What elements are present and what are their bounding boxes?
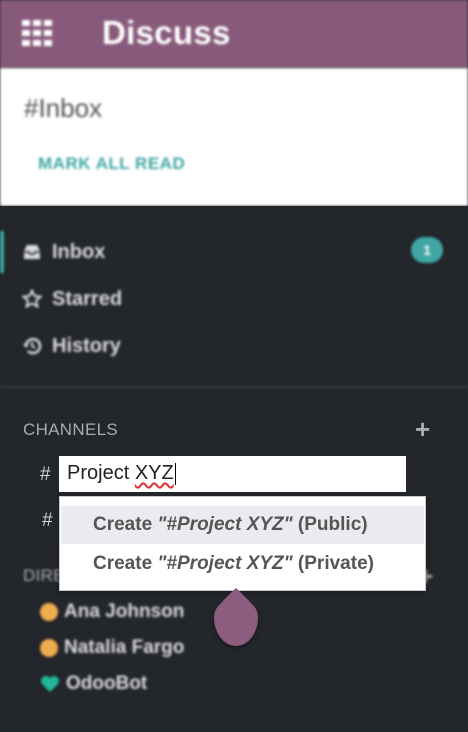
discuss-sidebar: Inbox 1 Starred History CHANNELS + # # P… — [0, 206, 468, 732]
text-caret — [174, 462, 176, 485]
heart-icon — [41, 676, 59, 692]
inbox-counter-badge: 1 — [411, 237, 443, 263]
away-status-icon — [40, 639, 58, 657]
sidebar-divider — [0, 386, 468, 388]
partner-name: OdooBot — [66, 673, 148, 694]
add-channel-icon[interactable]: + — [415, 416, 430, 442]
star-icon — [22, 289, 42, 309]
inbox-icon — [24, 245, 40, 259]
channel-hash-icon: # — [42, 510, 53, 531]
control-panel: #Inbox MARK ALL READ — [0, 68, 468, 206]
sidebar-item-label: Starred — [52, 287, 123, 310]
create-private-channel-option[interactable]: Create "#Project XYZ" (Private) — [61, 545, 424, 583]
mark-all-read-button[interactable]: MARK ALL READ — [38, 154, 185, 174]
sidebar-item-starred[interactable]: Starred — [22, 286, 122, 312]
sidebar-item-inbox[interactable]: Inbox — [22, 239, 105, 265]
channel-hash-icon: # — [40, 464, 51, 485]
create-public-channel-option[interactable]: Create "#Project XYZ" (Public) — [61, 506, 424, 544]
page-title: #Inbox — [24, 93, 103, 123]
sidebar-item-label: History — [52, 334, 121, 357]
sidebar-item-history[interactable]: History — [22, 333, 121, 359]
history-icon — [23, 337, 42, 355]
partner-item-natalia-fargo[interactable]: Natalia Fargo — [40, 636, 184, 660]
partner-item-ana-johnson[interactable]: Ana Johnson — [40, 600, 184, 624]
sidebar-item-label: Inbox — [52, 240, 106, 263]
add-channel-input-value: Project XYZ — [67, 462, 176, 485]
channel-autocomplete-dropdown: Create "#Project XYZ" (Public) Create "#… — [59, 496, 426, 591]
partner-name: Ana Johnson — [64, 601, 185, 622]
partner-item-odoobot[interactable]: OdooBot — [40, 672, 147, 696]
active-indicator — [0, 231, 4, 273]
away-status-icon — [40, 603, 58, 621]
top-navbar: Discuss — [0, 0, 468, 68]
app-menu-icon[interactable] — [22, 20, 52, 46]
channels-header: CHANNELS — [23, 420, 118, 439]
app-title: Discuss — [102, 14, 231, 51]
partner-name: Natalia Fargo — [64, 637, 185, 658]
